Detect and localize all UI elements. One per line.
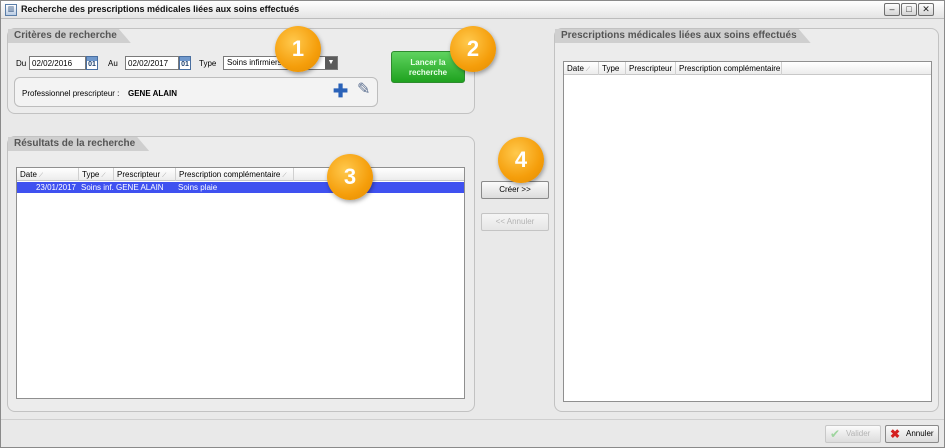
create-button[interactable]: Créer >>	[481, 181, 549, 199]
date-to-input[interactable]	[125, 56, 179, 70]
sort-icon: ⟋	[101, 173, 106, 179]
cell-type: Soins inf...	[81, 183, 114, 192]
prescriber-box: Professionnel prescripteur : GENE ALAIN …	[14, 77, 378, 107]
calendar-icon[interactable]: 01	[179, 56, 191, 70]
column-header-type[interactable]: Type	[599, 62, 626, 75]
close-button[interactable]: ✕	[918, 3, 934, 16]
minimize-icon: –	[889, 4, 895, 14]
results-panel: Résultats de la recherche Date ⟋ Type ⟋ Pr…	[7, 136, 475, 412]
column-header-type[interactable]: Type ⟋	[79, 168, 114, 181]
cell-complement: Soins plaie	[178, 183, 218, 192]
linked-panel-title: Prescriptions médicales liées aux soins …	[555, 29, 811, 43]
prescriber-value: GENE ALAIN	[128, 89, 178, 98]
calendar-icon[interactable]: 01	[86, 56, 98, 70]
column-header-complement[interactable]: Prescription complémentaire ⟋	[176, 168, 294, 181]
callout-badge-3: 3	[327, 154, 373, 200]
cell-date: 23/01/2017	[35, 183, 76, 192]
callout-badge-4: 4	[498, 137, 544, 183]
type-label: Type	[199, 59, 217, 68]
maximize-button[interactable]: □	[901, 3, 917, 16]
type-select-value: Soins infirmiers	[227, 58, 282, 67]
criteria-panel-title: Critères de recherche	[8, 29, 131, 43]
title-bar: ▥ Recherche des prescriptions médicales …	[1, 1, 944, 19]
sort-icon: ⟋	[38, 173, 44, 179]
maximize-icon: □	[906, 4, 912, 14]
results-panel-title: Résultats de la recherche	[8, 137, 149, 151]
linked-table[interactable]: Date ⟋ Type Prescripteur Prescription com…	[563, 61, 932, 402]
cell-prescriber: GENE ALAIN	[116, 183, 164, 192]
sort-icon: ⟋	[162, 173, 167, 179]
criteria-panel: Critères de recherche Du 01 Au 01 Type S…	[7, 28, 475, 114]
chevron-down-icon[interactable]: ▼	[325, 57, 337, 69]
cancel-button[interactable]: ✖ Annuler	[885, 425, 939, 443]
checkmark-icon: ✔	[830, 427, 841, 441]
results-table-header: Date ⟋ Type ⟋ Prescripteur ⟋ Prescription c…	[17, 168, 464, 181]
eraser-icon[interactable]: ✎	[357, 81, 370, 99]
plus-icon[interactable]: ✚	[333, 82, 348, 100]
column-header-complement[interactable]: Prescription complémentaire	[676, 62, 782, 75]
results-table[interactable]: Date ⟋ Type ⟋ Prescripteur ⟋ Prescription c…	[16, 167, 465, 399]
validate-button[interactable]: ✔ Valider	[825, 425, 881, 443]
footer-divider	[1, 419, 944, 420]
column-header-date[interactable]: Date ⟋	[564, 62, 599, 75]
minimize-button[interactable]: –	[884, 3, 900, 16]
prescriber-label: Professionnel prescripteur :	[22, 89, 120, 98]
sort-icon: ⟋	[282, 173, 287, 179]
app-icon: ▥	[5, 4, 17, 16]
close-icon: ✖	[890, 427, 901, 441]
unlink-cancel-button[interactable]: << Annuler	[481, 213, 549, 231]
linked-table-header: Date ⟋ Type Prescripteur Prescription com…	[564, 62, 931, 75]
table-row[interactable]: 23/01/2017 Soins inf... GENE ALAIN Soins…	[17, 182, 464, 193]
callout-badge-2: 2	[450, 26, 496, 72]
close-icon: ✕	[922, 4, 930, 14]
callout-badge-1: 1	[275, 26, 321, 72]
date-from-input[interactable]	[29, 56, 86, 70]
window-title: Recherche des prescriptions médicales li…	[21, 4, 300, 14]
main-window: ▥ Recherche des prescriptions médicales …	[0, 0, 945, 448]
linked-panel: Prescriptions médicales liées aux soins …	[554, 28, 939, 412]
column-header-date[interactable]: Date ⟋	[17, 168, 79, 181]
column-header-prescriber[interactable]: Prescripteur ⟋	[114, 168, 176, 181]
date-to-label: Au	[108, 59, 118, 68]
column-header-prescriber[interactable]: Prescripteur	[626, 62, 676, 75]
sort-icon: ⟋	[585, 67, 591, 73]
date-from-label: Du	[16, 59, 27, 68]
